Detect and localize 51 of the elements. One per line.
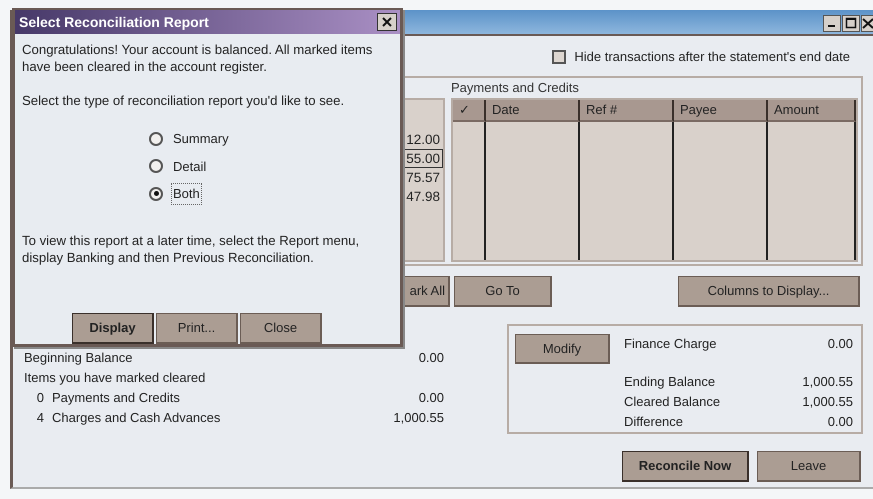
minimize-icon[interactable]: [823, 14, 841, 32]
balance-label: Difference: [624, 413, 684, 431]
checkbox[interactable]: [552, 50, 566, 64]
radio-button[interactable]: [149, 186, 163, 201]
amount: 0.00: [418, 389, 444, 407]
amount: 0.00: [418, 349, 444, 367]
amount: 1,000.55: [393, 409, 444, 427]
radio-label[interactable]: Detail: [171, 156, 208, 177]
summary-label: Charges and Cash Advances: [52, 409, 222, 427]
maximize-icon[interactable]: [842, 14, 860, 32]
button[interactable]: Print...: [156, 312, 238, 344]
balance-label: Finance Charge: [624, 335, 716, 353]
column-header[interactable]: Amount: [768, 100, 856, 122]
item-count: 0: [36, 389, 44, 407]
table-cell[interactable]: 75.57: [403, 168, 443, 187]
button[interactable]: Reconcile Now: [622, 451, 749, 482]
button[interactable]: Display: [72, 312, 154, 344]
radio-button[interactable]: [149, 159, 163, 174]
column-header[interactable]: Date: [486, 100, 580, 122]
column-header[interactable]: Payee: [674, 100, 768, 122]
close-icon[interactable]: [861, 14, 873, 32]
button[interactable]: Leave: [757, 451, 861, 482]
radio-label[interactable]: Summary: [171, 128, 231, 150]
summary-label: Items you have marked cleared: [24, 369, 206, 387]
dialog-prompt: Select the type of reconciliation report you'd like to see.: [21, 92, 346, 109]
item-count: 4: [36, 409, 44, 427]
dialog-title: Select Reconciliation Report: [19, 12, 209, 32]
table-title: Payments and Credits: [451, 79, 580, 97]
dialog-message: Congratulations! Your account is balanced. All marked items have been cleared in the account register.: [21, 41, 374, 75]
balance-label: Ending Balance: [624, 373, 716, 391]
column-header[interactable]: Ref #: [580, 100, 674, 122]
table-cell[interactable]: 12.00: [403, 130, 443, 149]
summary-label: Payments and Credits: [52, 389, 181, 407]
radio-label[interactable]: Both: [171, 183, 202, 204]
amount: 0.00: [828, 413, 853, 431]
amount: 1,000.55: [802, 393, 853, 411]
modify-button[interactable]: Modify: [515, 334, 610, 364]
radio-button[interactable]: [149, 132, 163, 146]
summary-label: Beginning Balance: [24, 349, 134, 367]
button[interactable]: Close: [240, 312, 322, 344]
button[interactable]: Go To: [454, 276, 552, 307]
column-header[interactable]: ✓: [453, 100, 486, 122]
amount: 1,000.55: [802, 373, 853, 391]
checkbox-label: Hide transactions after the statement's end date: [574, 48, 850, 66]
table-cell[interactable]: 47.98: [403, 187, 443, 206]
button[interactable]: ark All: [402, 276, 450, 307]
button[interactable]: Columns to Display...: [678, 276, 860, 307]
amount: 0.00: [828, 335, 853, 353]
close-icon[interactable]: [377, 13, 397, 31]
dialog-note: To view this report at a later time, select the Report menu, display Banking and then Previous Reconciliation.: [21, 232, 360, 266]
balance-label: Cleared Balance: [624, 393, 720, 411]
